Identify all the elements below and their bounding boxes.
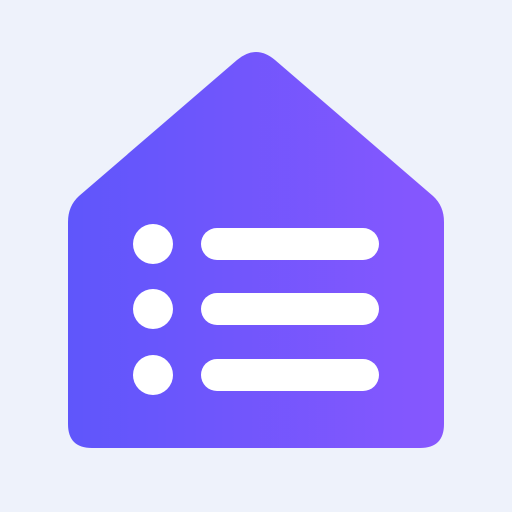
list-bullet-3	[133, 355, 173, 395]
list-line-3	[201, 359, 379, 391]
list-bullet-1	[133, 224, 173, 264]
list-line-2	[201, 293, 379, 325]
app-icon-canvas	[0, 0, 512, 512]
list-line-1	[201, 228, 379, 260]
list-bullet-2	[133, 289, 173, 329]
house-list-icon	[68, 52, 444, 448]
